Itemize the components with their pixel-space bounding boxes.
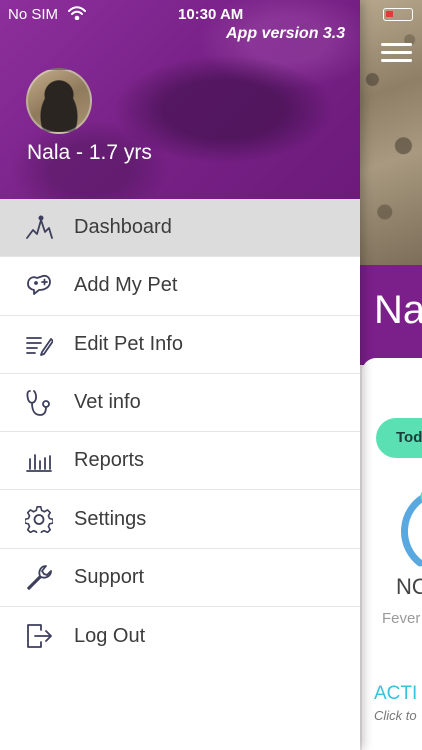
menu-item-dashboard[interactable]: Dashboard <box>0 199 360 258</box>
carrier-label: No SIM <box>8 6 59 23</box>
activity-hint: Click to <box>374 708 417 723</box>
menu-label: Settings <box>74 507 147 530</box>
wifi-icon <box>68 6 86 24</box>
fever-status: NO <box>396 574 422 599</box>
menu-label: Log Out <box>74 624 146 647</box>
menu-item-vet-info[interactable]: Vet info <box>0 374 360 433</box>
page-title: Na <box>374 288 422 332</box>
menu-item-reports[interactable]: Reports <box>0 432 360 491</box>
menu-item-support[interactable]: Support <box>0 549 360 608</box>
drawer-menu: Dashboard Add My Pet Edit Pet Info Vet i… <box>0 199 360 665</box>
fever-label: Fever <box>382 610 421 627</box>
today-tab[interactable]: Tod <box>376 418 422 458</box>
wrench-icon <box>25 563 53 591</box>
clock: 10:30 AM <box>178 6 244 23</box>
activity-heading[interactable]: ACTI <box>374 683 417 705</box>
menu-item-log-out[interactable]: Log Out <box>0 607 360 665</box>
temperature-gauge <box>400 491 422 567</box>
add-pet-icon <box>25 272 53 300</box>
menu-label: Dashboard <box>74 216 172 239</box>
stethoscope-icon <box>25 389 53 417</box>
pet-avatar[interactable] <box>26 68 92 134</box>
navigation-drawer: App version 3.3 Nala - 1.7 yrs Dashboard <box>0 0 360 750</box>
menu-label: Edit Pet Info <box>74 332 183 355</box>
drawer-header: App version 3.3 Nala - 1.7 yrs <box>0 0 360 199</box>
battery-icon <box>383 8 413 21</box>
menu-label: Vet info <box>74 391 141 414</box>
bar-chart-icon <box>25 447 53 475</box>
status-bar: No SIM 10:30 AM <box>0 0 422 28</box>
pet-name-age: Nala - 1.7 yrs <box>27 141 152 164</box>
logout-icon <box>25 622 53 650</box>
menu-item-add-pet[interactable]: Add My Pet <box>0 257 360 316</box>
menu-item-settings[interactable]: Settings <box>0 490 360 549</box>
menu-label: Reports <box>74 449 145 472</box>
menu-item-edit-pet-info[interactable]: Edit Pet Info <box>0 316 360 374</box>
edit-icon <box>25 330 53 358</box>
dashboard-icon <box>25 214 53 242</box>
menu-label: Support <box>74 565 145 588</box>
gear-icon <box>25 505 53 534</box>
pet-cover-photo <box>360 0 422 265</box>
menu-label: Add My Pet <box>74 274 178 297</box>
underlying-page: Na Tod NO Fever ACTI Click to <box>360 0 422 750</box>
hamburger-menu-icon[interactable] <box>381 43 412 67</box>
